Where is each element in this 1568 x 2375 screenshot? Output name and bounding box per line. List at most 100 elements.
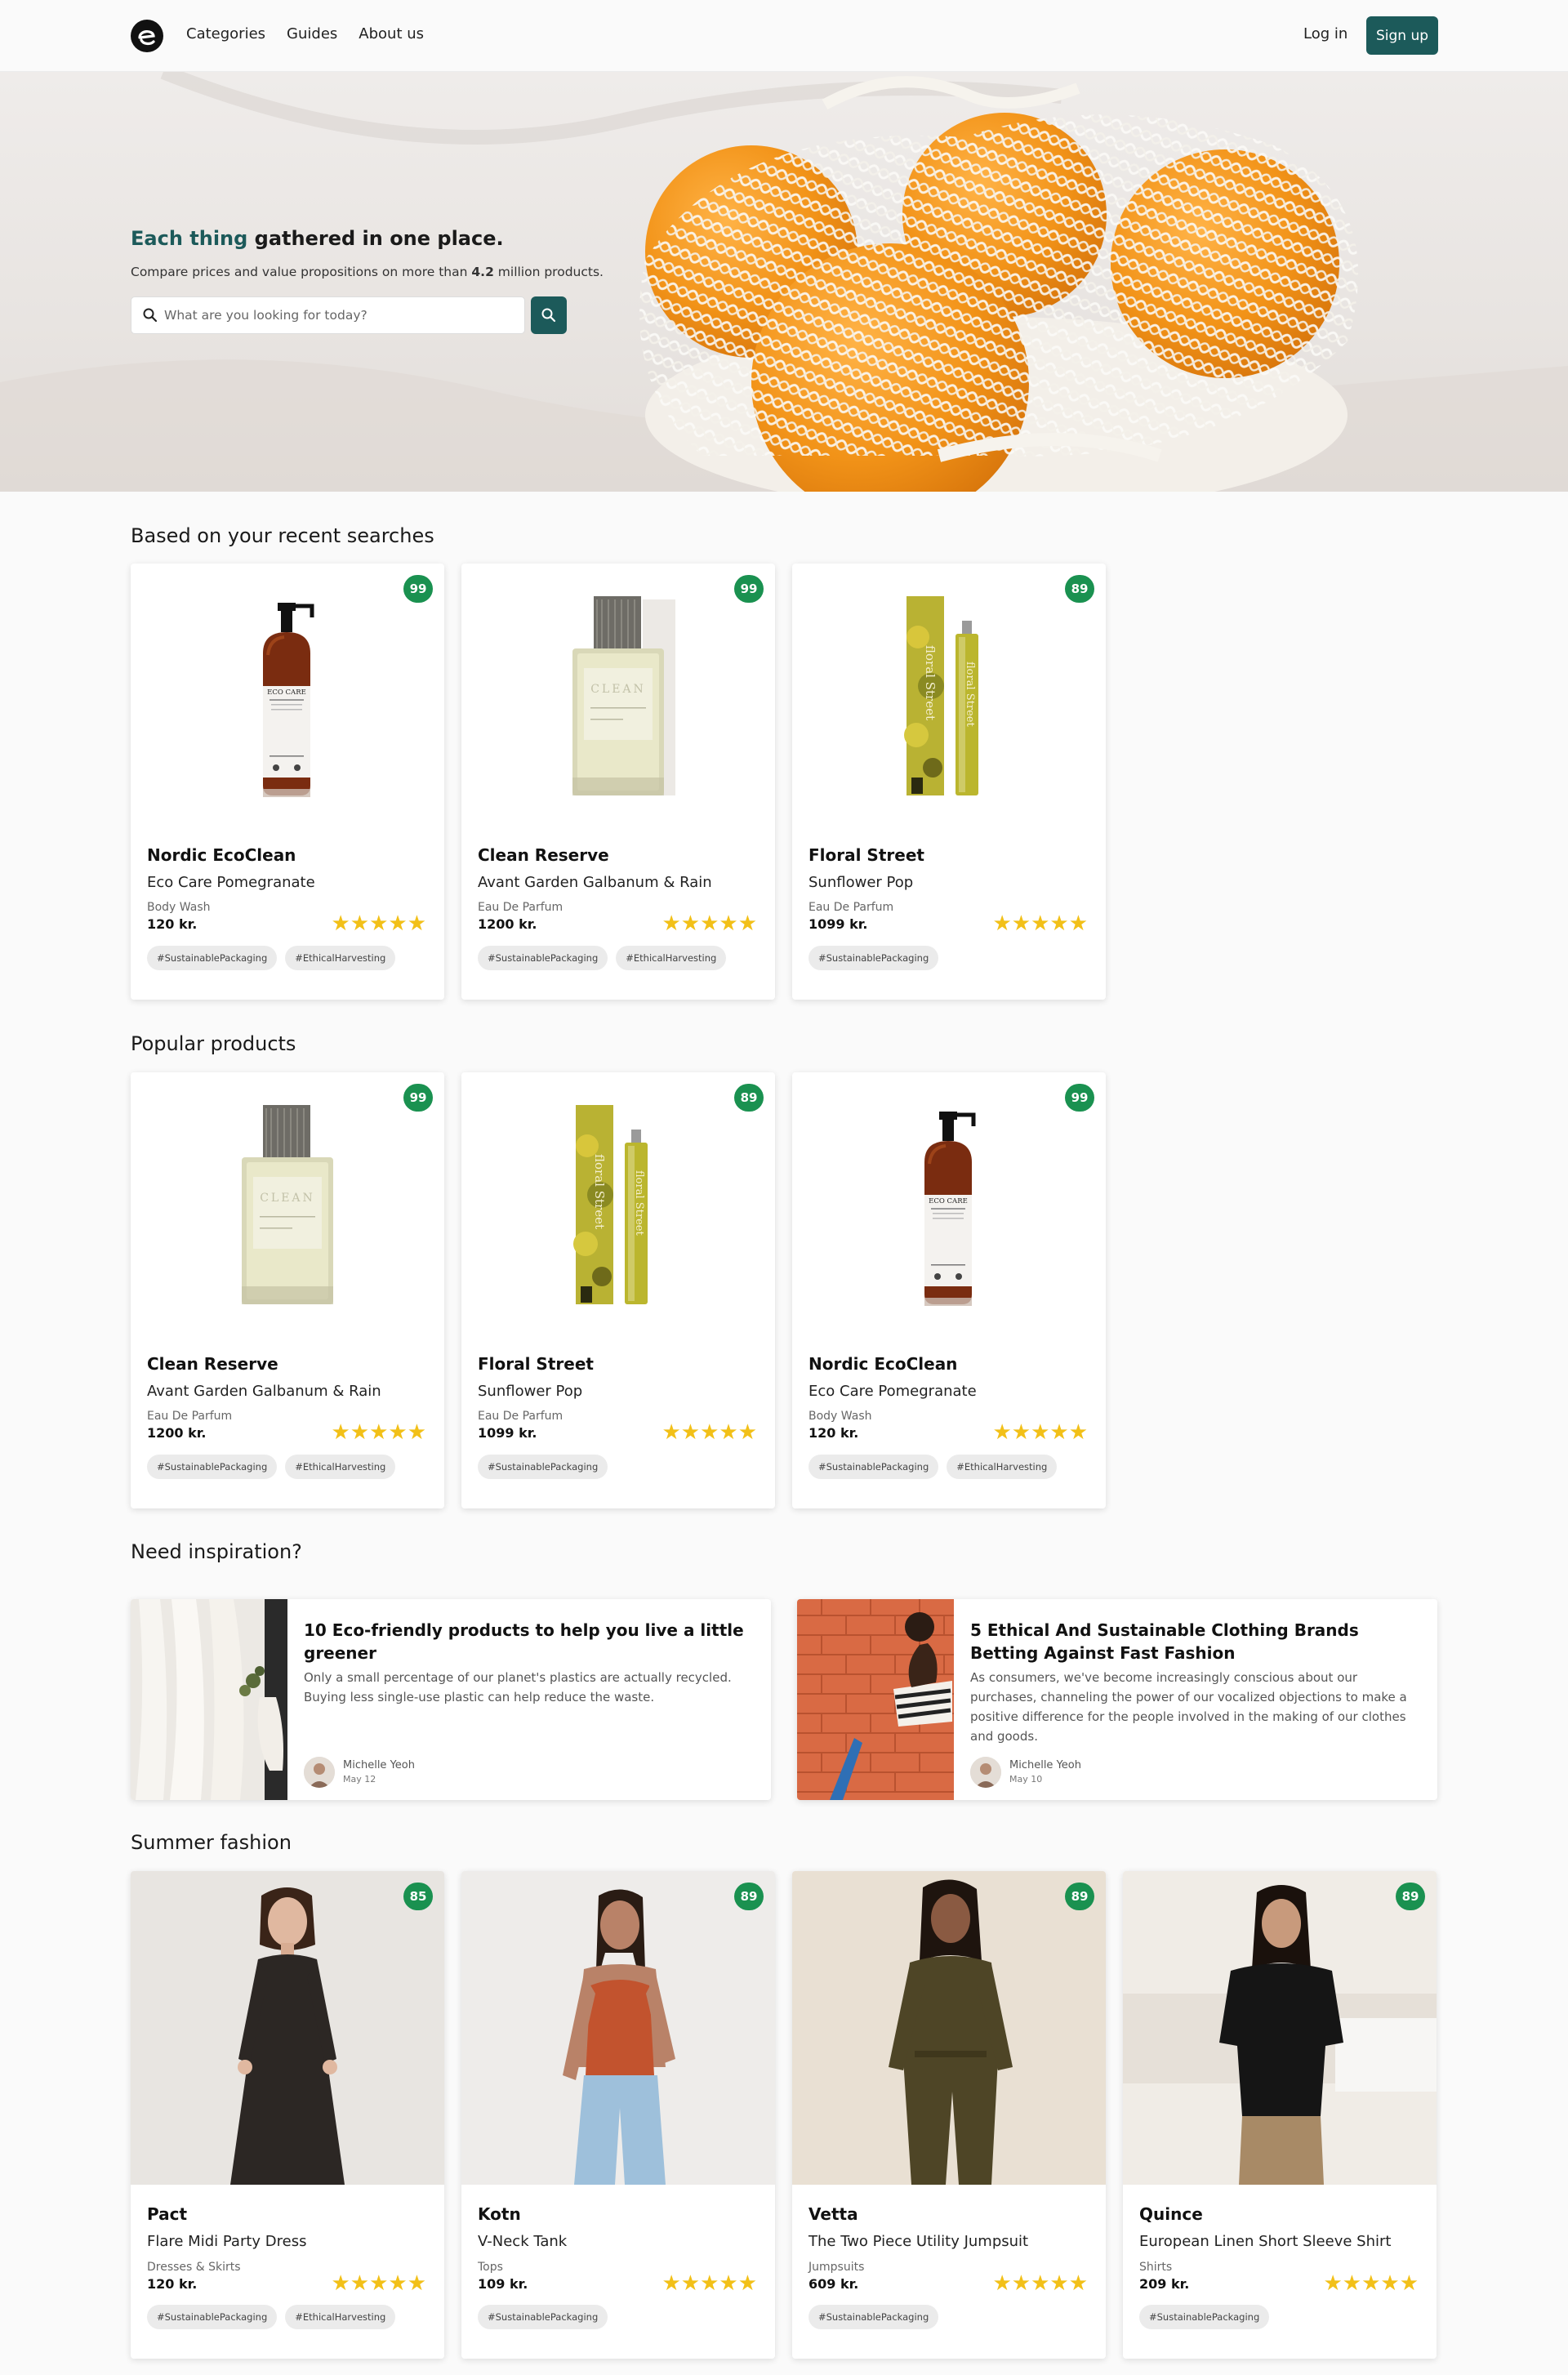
- product-category: Dresses & Skirts: [147, 2261, 241, 2274]
- product-price: 1200 kr.: [478, 916, 537, 932]
- product-card[interactable]: 89 Vetta The Two Piece Utility Jumpsuit …: [792, 1871, 1106, 2359]
- product-category: Body Wash: [808, 1410, 872, 1423]
- product-brand: Pact: [147, 2204, 188, 2224]
- product-name: Avant Garden Galbanum & Rain: [147, 1383, 381, 1400]
- eco-score-badge: 89: [734, 1084, 764, 1112]
- product-name: Flare Midi Party Dress: [147, 2233, 307, 2250]
- nav-link-guides[interactable]: Guides: [287, 25, 337, 42]
- product-price: 120 kr.: [147, 916, 198, 932]
- tag-list: #SustainablePackaging #EthicalHarvesting: [147, 946, 396, 970]
- signup-button[interactable]: Sign up: [1366, 16, 1438, 55]
- tag-chip[interactable]: #SustainablePackaging: [808, 2305, 939, 2329]
- search-icon: [143, 308, 158, 323]
- product-name: European Linen Short Sleeve Shirt: [1139, 2233, 1392, 2250]
- svg-text:CLEAN: CLEAN: [590, 683, 646, 696]
- product-price: 1099 kr.: [808, 916, 868, 932]
- product-card[interactable]: CLEAN 99 Clean Reserve Avant Garden Galb…: [461, 564, 775, 1000]
- search-button[interactable]: [531, 296, 567, 334]
- product-card[interactable]: 89 Kotn V-Neck Tank Tops 109 kr. ★★★★★ #…: [461, 1871, 775, 2359]
- article-title: 10 Eco-friendly products to help you liv…: [304, 1620, 744, 1663]
- rating-stars: ★★★★★: [331, 911, 426, 936]
- search-box: [131, 296, 525, 334]
- rating-stars: ★★★★★: [992, 911, 1088, 936]
- product-card[interactable]: ECO CARE 99 Nordic EcoClean Eco Care Pom…: [792, 1072, 1106, 1508]
- tag-chip[interactable]: #EthicalHarvesting: [285, 946, 396, 970]
- product-card[interactable]: 85 Pact Flare Midi Party Dress Dresses &…: [131, 1871, 444, 2359]
- article-card[interactable]: 5 Ethical And Sustainable Clothing Brand…: [797, 1599, 1437, 1800]
- top-nav: Categories Guides About us Log in Sign u…: [0, 0, 1568, 72]
- tag-chip[interactable]: #SustainablePackaging: [147, 1455, 278, 1479]
- author-avatar: [970, 1757, 1001, 1788]
- tag-chip[interactable]: #EthicalHarvesting: [285, 1455, 396, 1479]
- article-title: 5 Ethical And Sustainable Clothing Brand…: [970, 1620, 1359, 1663]
- product-card[interactable]: CLEAN 99 Clean Reserve Avant Garden Galb…: [131, 1072, 444, 1508]
- hero-title-accent: Each thing: [131, 227, 248, 250]
- section-title-summer: Summer fashion: [131, 1831, 292, 1854]
- svg-text:floral Street: floral Street: [923, 645, 938, 720]
- tag-chip[interactable]: #EthicalHarvesting: [616, 946, 727, 970]
- tag-chip[interactable]: #SustainablePackaging: [478, 946, 608, 970]
- eco-score-badge: 99: [1065, 1084, 1094, 1112]
- tag-list: #SustainablePackaging #EthicalHarvesting: [147, 1455, 396, 1479]
- tag-chip[interactable]: #SustainablePackaging: [808, 1455, 939, 1479]
- hero-sub-count: 4.2: [471, 265, 494, 279]
- linen-shirt-model-image: [1123, 1871, 1437, 2185]
- product-name: Eco Care Pomegranate: [808, 1383, 977, 1400]
- tag-chip[interactable]: #SustainablePackaging: [147, 946, 278, 970]
- black-dress-model-image: [131, 1871, 444, 2185]
- tank-top-model-image: [461, 1871, 775, 2185]
- product-brand: Kotn: [478, 2204, 521, 2224]
- product-brand: Nordic EcoClean: [808, 1354, 958, 1374]
- article-excerpt: Only a small percentage of our planet's …: [304, 1670, 732, 1704]
- product-name: Avant Garden Galbanum & Rain: [478, 874, 712, 891]
- tag-list: #SustainablePackaging: [478, 1455, 608, 1479]
- product-brand: Quince: [1139, 2204, 1203, 2224]
- body-wash-bottle-image: ECO CARE: [924, 1112, 976, 1306]
- search-input[interactable]: [164, 297, 515, 333]
- rating-stars: ★★★★★: [992, 2271, 1088, 2296]
- product-brand: Clean Reserve: [478, 845, 609, 865]
- eco-score-badge: 89: [1065, 1883, 1094, 1910]
- product-name: Sunflower Pop: [808, 874, 914, 891]
- nav-link-categories[interactable]: Categories: [186, 25, 265, 42]
- eco-score-badge: 89: [1396, 1883, 1425, 1910]
- tag-list: #SustainablePackaging #EthicalHarvesting: [808, 1455, 1058, 1479]
- product-category: Eau De Parfum: [147, 1410, 233, 1423]
- eco-score-badge: 99: [734, 575, 764, 603]
- logo-icon[interactable]: [131, 20, 163, 52]
- product-name: V-Neck Tank: [478, 2233, 568, 2250]
- product-price: 209 kr.: [1139, 2276, 1190, 2292]
- article-excerpt: As consumers, we've become increasingly …: [970, 1670, 1407, 1744]
- nav-link-about[interactable]: About us: [359, 25, 424, 42]
- product-category: Eau De Parfum: [808, 901, 894, 914]
- product-brand: Vetta: [808, 2204, 858, 2224]
- floral-perfume-image: floral Street floral Street: [573, 1105, 648, 1304]
- tag-chip[interactable]: #SustainablePackaging: [478, 1455, 608, 1479]
- product-brand: Floral Street: [478, 1354, 594, 1374]
- nav-links: Categories Guides About us: [186, 25, 424, 42]
- tag-chip[interactable]: #SustainablePackaging: [1139, 2305, 1270, 2329]
- eco-score-badge: 85: [403, 1883, 433, 1910]
- product-card[interactable]: ECO CARE 99 Nordic EcoClean Eco Care Pom…: [131, 564, 444, 1000]
- product-card[interactable]: 89 Quince European Linen Short Sleeve Sh…: [1123, 1871, 1437, 2359]
- login-link[interactable]: Log in: [1303, 25, 1348, 42]
- product-name: Sunflower Pop: [478, 1383, 583, 1400]
- product-card[interactable]: floral Street floral Street 89 Floral St…: [792, 564, 1106, 1000]
- eco-score-badge: 89: [734, 1883, 764, 1910]
- product-card[interactable]: floral Street floral Street 89 Floral St…: [461, 1072, 775, 1508]
- product-category: Eau De Parfum: [478, 901, 564, 914]
- tag-list: #SustainablePackaging #EthicalHarvesting: [478, 946, 727, 970]
- article-date: May 12: [343, 1774, 376, 1785]
- svg-text:floral Street: floral Street: [592, 1154, 607, 1229]
- tag-chip[interactable]: #SustainablePackaging: [478, 2305, 608, 2329]
- hero-title-rest: gathered in one place.: [247, 227, 504, 250]
- section-title-popular: Popular products: [131, 1032, 296, 1055]
- tag-chip[interactable]: #SustainablePackaging: [808, 946, 939, 970]
- rating-stars: ★★★★★: [992, 1420, 1088, 1445]
- floral-perfume-image: floral Street floral Street: [904, 596, 978, 795]
- tag-chip[interactable]: #SustainablePackaging: [147, 2305, 278, 2329]
- product-price: 609 kr.: [808, 2276, 859, 2292]
- article-card[interactable]: 10 Eco-friendly products to help you liv…: [131, 1599, 771, 1800]
- tag-chip[interactable]: #EthicalHarvesting: [285, 2305, 396, 2329]
- tag-chip[interactable]: #EthicalHarvesting: [947, 1455, 1058, 1479]
